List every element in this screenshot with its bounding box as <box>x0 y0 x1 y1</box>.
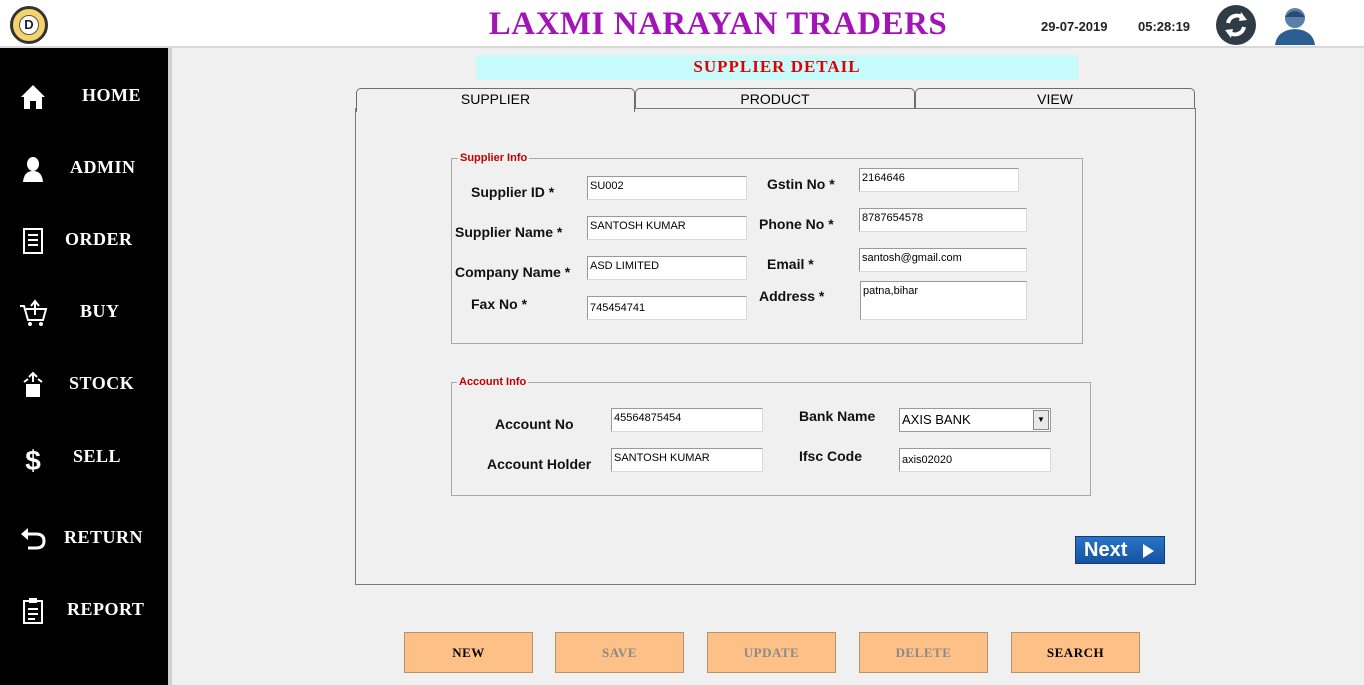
play-arrow-icon <box>1143 544 1154 558</box>
save-button[interactable]: SAVE <box>555 632 684 673</box>
company-name-field[interactable]: ASD LIMITED <box>587 256 747 280</box>
supplier-id-field[interactable]: SU002 <box>587 176 747 200</box>
fax-no-label: Fax No * <box>471 296 528 312</box>
ifsc-code-field[interactable]: axis02020 <box>899 448 1051 472</box>
account-holder-field[interactable]: SANTOSH KUMAR <box>611 448 763 472</box>
current-date: 29-07-2019 <box>1041 19 1108 34</box>
app-title: LAXMI NARAYAN TRADERS <box>488 6 948 42</box>
sidebar-item-label: SELL <box>73 446 122 466</box>
refresh-button[interactable] <box>1216 5 1256 45</box>
tab-view[interactable]: VIEW <box>915 88 1195 110</box>
gstin-no-label: Gstin No * <box>767 176 835 192</box>
next-button-label: Next <box>1084 539 1128 561</box>
company-name-label: Company Name * <box>455 264 571 280</box>
sidebar-item-label: RETURN <box>64 527 144 547</box>
order-icon <box>23 228 43 254</box>
refresh-icon <box>1225 12 1247 38</box>
sidebar-item-sell[interactable]: $ SELL <box>0 432 168 482</box>
account-no-label: Account No <box>495 416 574 432</box>
supplier-id-label: Supplier ID * <box>471 184 555 200</box>
phone-no-label: Phone No * <box>759 216 834 232</box>
buy-cart-icon <box>20 299 48 326</box>
current-time: 05:28:19 <box>1138 19 1191 34</box>
bank-name-label: Bank Name <box>799 408 876 424</box>
new-button[interactable]: NEW <box>404 632 533 673</box>
next-button[interactable]: Next <box>1075 536 1165 564</box>
chevron-down-icon[interactable]: ▼ <box>1033 410 1049 430</box>
delete-button[interactable]: DELETE <box>859 632 988 673</box>
app-header: D LAXMI NARAYAN TRADERS 29-07-2019 05:28… <box>0 0 1364 48</box>
supplier-name-field[interactable]: SANTOSH KUMAR <box>587 216 747 240</box>
sidebar-item-buy[interactable]: BUY <box>0 286 168 336</box>
sidebar-nav: HOME ADMIN ORDER BUY STOCK $ SELL RETURN… <box>0 48 168 685</box>
email-label: Email * <box>767 256 814 272</box>
sidebar-divider <box>168 48 172 685</box>
supplier-name-label: Supplier Name * <box>455 224 563 240</box>
fax-no-field[interactable]: 745454741 <box>587 296 747 320</box>
company-logo: D <box>10 6 48 44</box>
user-icon <box>1275 8 1315 45</box>
tab-product[interactable]: PRODUCT <box>635 88 915 110</box>
search-button[interactable]: SEARCH <box>1011 632 1140 673</box>
report-icon <box>23 598 43 624</box>
gstin-no-field[interactable]: 2164646 <box>859 168 1019 192</box>
bank-name-select[interactable]: AXIS BANK ▼ <box>899 408 1051 432</box>
user-profile-button[interactable] <box>1270 5 1320 45</box>
account-info-title: Account Info <box>457 376 529 388</box>
sidebar-item-home[interactable]: HOME <box>0 70 168 120</box>
address-label: Address * <box>759 288 825 304</box>
account-no-field[interactable]: 45564875454 <box>611 408 763 432</box>
return-icon <box>21 528 46 550</box>
account-holder-label: Account Holder <box>487 456 592 472</box>
sidebar-item-stock[interactable]: STOCK <box>0 358 168 408</box>
sidebar-item-label: BUY <box>80 301 120 321</box>
supplier-info-title: Supplier Info <box>458 152 530 164</box>
email-field[interactable]: santosh@gmail.com <box>859 248 1027 272</box>
logo-letter: D <box>19 15 39 35</box>
address-field[interactable]: patna,bihar <box>860 281 1027 320</box>
page-title: SUPPLIER DETAIL <box>476 55 1078 80</box>
stock-icon <box>23 371 43 397</box>
sidebar-item-order[interactable]: ORDER <box>0 214 168 264</box>
bank-name-value: AXIS BANK <box>902 412 971 427</box>
sidebar-item-label: ADMIN <box>70 157 136 177</box>
phone-no-field[interactable]: 8787654578 <box>859 208 1027 232</box>
sidebar-item-label: HOME <box>82 85 141 105</box>
sidebar-item-label: STOCK <box>69 373 135 393</box>
sidebar-item-label: ORDER <box>65 229 133 249</box>
home-icon <box>21 85 45 109</box>
sidebar-item-label: REPORT <box>67 599 145 619</box>
svg-text:$: $ <box>25 445 41 474</box>
update-button[interactable]: UPDATE <box>707 632 836 673</box>
dollar-icon: $ <box>25 445 41 474</box>
sidebar-item-return[interactable]: RETURN <box>0 512 168 562</box>
tab-supplier[interactable]: SUPPLIER <box>356 88 635 112</box>
admin-icon <box>23 157 43 182</box>
ifsc-code-label: Ifsc Code <box>799 448 863 464</box>
sidebar-item-report[interactable]: REPORT <box>0 584 168 634</box>
sidebar-item-admin[interactable]: ADMIN <box>0 142 168 192</box>
account-info-group <box>451 382 1091 496</box>
